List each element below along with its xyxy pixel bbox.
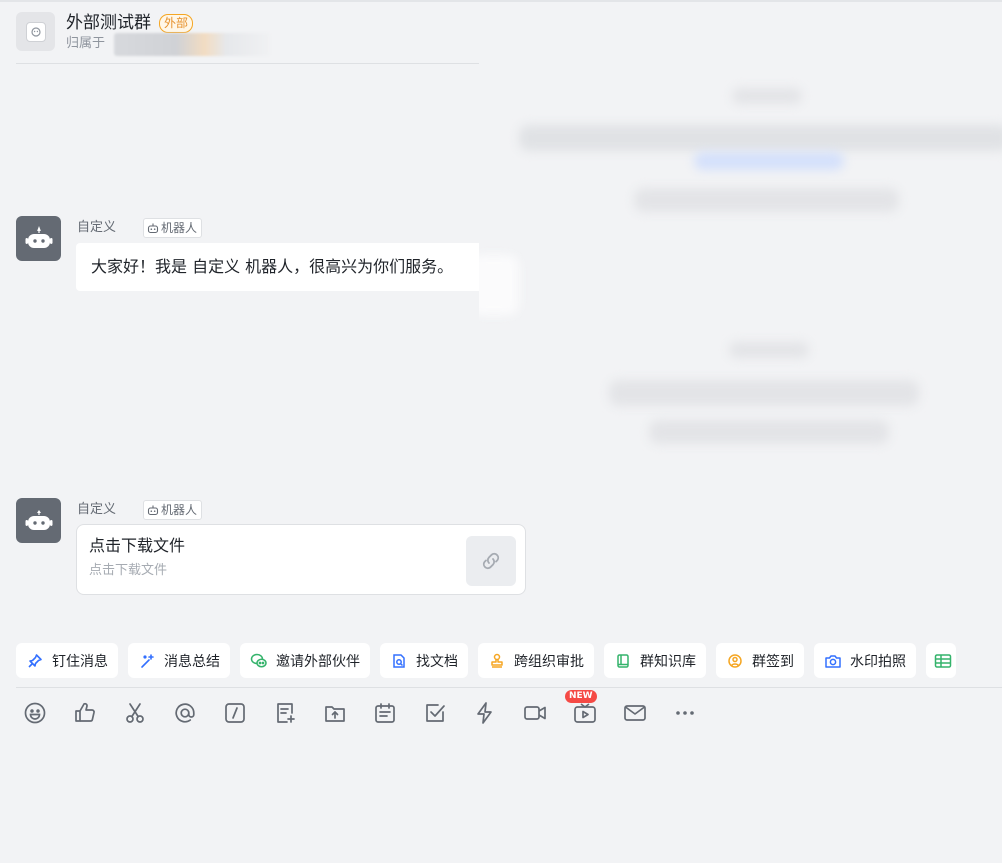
group-wiki-chip[interactable]: 群知识库 bbox=[604, 643, 706, 678]
bot-tag-label: 机器人 bbox=[161, 221, 198, 235]
more-icon bbox=[676, 711, 694, 715]
chip-label: 消息总结 bbox=[164, 653, 220, 670]
card-subtitle: 点击下载文件 bbox=[89, 563, 168, 578]
slash-command-icon bbox=[225, 703, 245, 723]
task-check-icon bbox=[426, 704, 445, 722]
group-name[interactable]: 外部测试群 bbox=[66, 12, 151, 34]
chip-label: 找文档 bbox=[416, 653, 458, 670]
link-icon bbox=[482, 552, 500, 570]
belongs-to-label: 归属于 bbox=[66, 36, 106, 51]
external-badge: 外部 bbox=[159, 14, 194, 33]
table-chip-partial[interactable] bbox=[926, 643, 956, 678]
sender-name[interactable]: 自定义 bbox=[77, 501, 116, 519]
bot-avatar[interactable] bbox=[16, 216, 61, 261]
chip-label: 跨组织审批 bbox=[514, 653, 584, 670]
note-add-icon bbox=[277, 703, 295, 723]
chip-label: 群签到 bbox=[752, 653, 794, 670]
bot-avatar[interactable] bbox=[16, 498, 61, 543]
link-icon-button[interactable] bbox=[466, 536, 516, 586]
robot-icon bbox=[25, 509, 52, 530]
bot-tag: 机器人 bbox=[143, 500, 203, 520]
group-avatar[interactable] bbox=[16, 12, 55, 51]
book-icon bbox=[614, 652, 632, 670]
cross-org-approval-chip[interactable]: 跨组织审批 bbox=[478, 643, 594, 678]
bot-tag-label: 机器人 bbox=[161, 503, 198, 517]
chip-label: 水印拍照 bbox=[850, 653, 906, 670]
mention-button[interactable] bbox=[172, 700, 198, 726]
find-docs-chip[interactable]: 找文档 bbox=[380, 643, 468, 678]
robot-icon bbox=[25, 225, 52, 248]
scissors-icon bbox=[126, 703, 144, 723]
slash-command-button[interactable] bbox=[222, 700, 248, 726]
calendar-icon bbox=[375, 703, 395, 723]
magic-wand-icon bbox=[138, 652, 156, 670]
robot-small-icon bbox=[147, 223, 159, 234]
robot-small-icon bbox=[147, 505, 159, 516]
message-bubble[interactable]: 大家好！我是 自定义 机器人，很高兴为你们服务。 bbox=[76, 243, 479, 291]
wechat-icon bbox=[250, 652, 268, 670]
calendar-button[interactable] bbox=[372, 700, 398, 726]
card-title: 点击下载文件 bbox=[89, 536, 186, 555]
chip-label: 群知识库 bbox=[640, 653, 696, 670]
new-note-button[interactable] bbox=[272, 700, 298, 726]
watermark-camera-chip[interactable]: 水印拍照 bbox=[814, 643, 916, 678]
window-top-border bbox=[0, 0, 1002, 2]
task-button[interactable] bbox=[422, 700, 448, 726]
emoji-button[interactable] bbox=[22, 700, 48, 726]
quick-action-button[interactable] bbox=[472, 700, 498, 726]
screenshot-button[interactable] bbox=[122, 700, 148, 726]
new-badge: NEW bbox=[565, 690, 597, 703]
blurred-background bbox=[479, 70, 1002, 470]
organization-name-blurred bbox=[114, 33, 270, 56]
live-icon bbox=[574, 703, 596, 723]
input-toolbar: NEW bbox=[22, 690, 722, 726]
pin-icon bbox=[26, 652, 44, 670]
group-checkin-chip[interactable]: 群签到 bbox=[716, 643, 804, 678]
shortcut-bar: 钉住消息 消息总结 邀请外部伙伴 找文档 跨组织审批 群知识库 群签到 水印拍照 bbox=[16, 643, 956, 678]
mail-icon bbox=[624, 705, 646, 721]
live-button[interactable]: NEW bbox=[565, 690, 598, 726]
more-button[interactable] bbox=[672, 700, 698, 726]
thumbs-up-icon bbox=[75, 702, 95, 722]
video-call-button[interactable] bbox=[522, 700, 548, 726]
video-icon bbox=[524, 706, 546, 720]
lightning-icon bbox=[477, 702, 492, 724]
camera-icon bbox=[824, 652, 842, 670]
chip-label: 邀请外部伙伴 bbox=[276, 653, 360, 670]
at-icon bbox=[175, 703, 195, 723]
invite-partners-chip[interactable]: 邀请外部伙伴 bbox=[240, 643, 370, 678]
upload-file-button[interactable] bbox=[322, 700, 348, 726]
bot-tag: 机器人 bbox=[143, 218, 203, 238]
checkin-icon bbox=[726, 652, 744, 670]
thumbs-up-button[interactable] bbox=[72, 700, 98, 726]
email-button[interactable] bbox=[622, 700, 648, 726]
group-avatar-icon bbox=[25, 21, 46, 42]
upload-icon bbox=[325, 706, 345, 722]
chat-header: 外部测试群 外部 归属于 bbox=[16, 12, 479, 64]
chip-label: 钉住消息 bbox=[52, 653, 108, 670]
download-file-card[interactable]: 点击下载文件 点击下载文件 bbox=[76, 524, 526, 595]
message-summary-chip[interactable]: 消息总结 bbox=[128, 643, 230, 678]
table-icon bbox=[934, 652, 952, 670]
emoji-icon bbox=[24, 702, 46, 724]
pin-message-chip[interactable]: 钉住消息 bbox=[16, 643, 118, 678]
doc-search-icon bbox=[390, 652, 408, 670]
sender-name[interactable]: 自定义 bbox=[77, 219, 116, 237]
toolbar-divider bbox=[16, 687, 1002, 688]
stamp-icon bbox=[488, 652, 506, 670]
